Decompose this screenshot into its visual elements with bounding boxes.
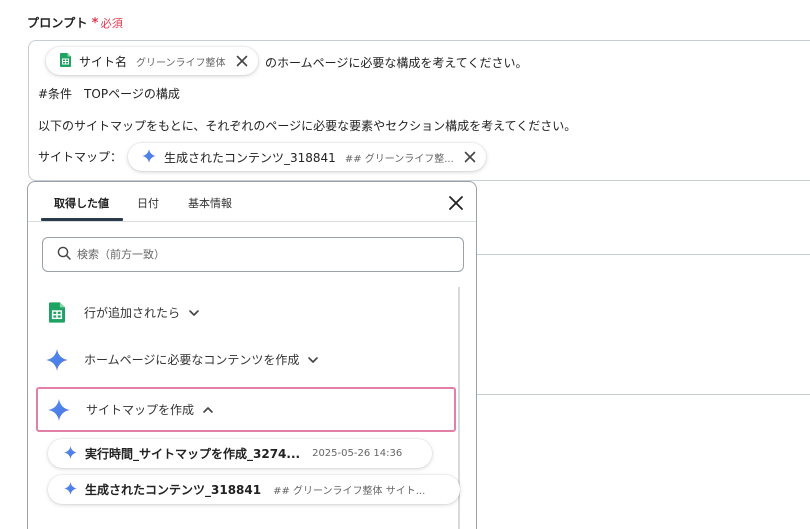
field-border-line [476, 254, 810, 255]
search-input[interactable] [77, 248, 407, 261]
prompt-text-line3: 以下のサイトマップをもとに、それぞれのページに必要な要素やセクション構成を考えて… [38, 119, 577, 133]
gemini-sparkle-icon [142, 148, 156, 167]
item-timestamp: 2025-05-26 14:36 [312, 448, 403, 459]
close-icon[interactable] [447, 194, 465, 212]
close-icon[interactable] [464, 151, 476, 163]
tab-basic-info[interactable]: 基本情報 [188, 195, 232, 211]
variable-picker-panel: 取得した値 日付 基本情報 行が追加されたら ホームページに必要なコンテンツを作… [27, 181, 477, 529]
required-text: 必須 [100, 17, 124, 30]
google-sheets-icon [60, 52, 71, 71]
close-icon[interactable] [236, 55, 248, 67]
active-tab-indicator [41, 218, 123, 221]
group-label: 行が追加されたら [84, 306, 181, 320]
group-label: ホームページに必要なコンテンツを作成 [84, 353, 300, 367]
prompt-text-line1: のホームページに必要な構成を考えてください。 [265, 56, 528, 70]
chip-value: ## グリーンライフ整... [344, 153, 454, 165]
picker-tabs: 取得した値 日付 基本情報 [28, 182, 476, 222]
gemini-sparkle-icon [48, 398, 70, 421]
chevron-down-icon [307, 356, 319, 364]
variable-chip-site-name[interactable]: サイト名 グリーンライフ整体 [46, 47, 258, 75]
field-border-line [476, 394, 810, 395]
search-icon [57, 245, 71, 264]
field-label-text: プロンプト [27, 16, 88, 30]
group-sitemap[interactable]: サイトマップを作成 [36, 387, 456, 432]
chip-name: サイト名 [79, 54, 128, 69]
group-homepage-content[interactable]: ホームページに必要なコンテンツを作成 [36, 337, 456, 382]
chevron-up-icon [202, 406, 214, 414]
google-sheets-icon [46, 302, 68, 324]
prompt-field-label: プロンプト * 必須 [27, 14, 123, 31]
group-row-added[interactable]: 行が追加されたら [36, 290, 456, 335]
required-asterisk: * [91, 16, 99, 31]
item-name: 実行時間_サイトマップを作成_3274... [85, 447, 301, 461]
gemini-sparkle-icon [64, 480, 77, 499]
tab-date[interactable]: 日付 [137, 195, 159, 211]
search-box[interactable] [42, 237, 464, 272]
gemini-sparkle-icon [46, 348, 68, 371]
item-preview: ## グリーンライフ整体 サイト... [273, 486, 426, 497]
item-name: 生成されたコンテンツ_318841 [85, 483, 262, 497]
group-label: サイトマップを作成 [86, 403, 195, 417]
prompt-text-line4: サイトマップ： [38, 150, 123, 164]
chip-value: グリーンライフ整体 [136, 57, 226, 69]
variable-chip-generated-content[interactable]: 生成されたコンテンツ_318841 ## グリーンライフ整... [128, 143, 486, 171]
gemini-sparkle-icon [64, 444, 77, 463]
prompt-text-line2: #条件 TOPページの構成 [38, 87, 180, 101]
tab-acquired-values[interactable]: 取得した値 [54, 195, 109, 211]
chip-name: 生成されたコンテンツ_318841 [164, 150, 336, 165]
variable-item-generated-content[interactable]: 生成されたコンテンツ_318841 ## グリーンライフ整体 サイト... [48, 475, 460, 504]
chevron-down-icon [188, 309, 200, 317]
variable-item-execution-time[interactable]: 実行時間_サイトマップを作成_3274... 2025-05-26 14:36 [48, 439, 432, 468]
